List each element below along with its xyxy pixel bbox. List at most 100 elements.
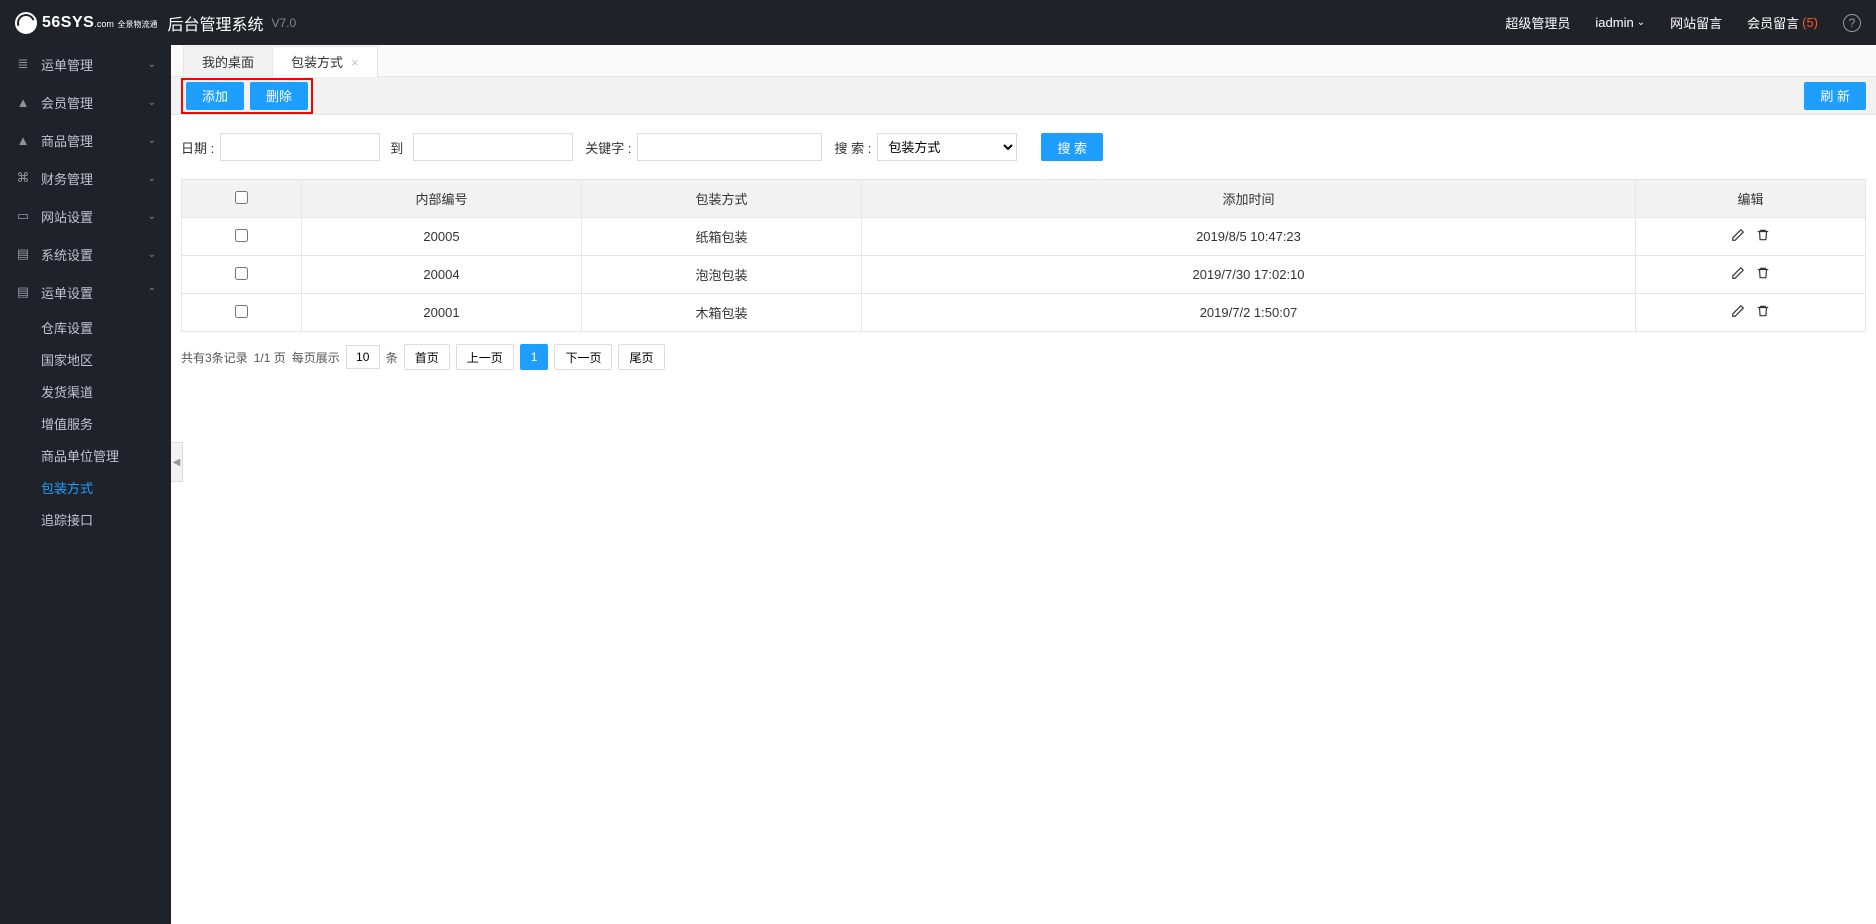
unit-label: 条: [386, 349, 398, 366]
nav-label: 运单管理: [41, 55, 148, 74]
date-from-input[interactable]: [220, 133, 380, 161]
cell-id: 20001: [302, 294, 582, 332]
chevron-down-icon: ⌄: [148, 135, 156, 146]
data-table: 内部编号 包装方式 添加时间 编辑 20005 纸箱包装 2019/8/5 10…: [181, 179, 1866, 332]
table-row: 20004 泡泡包装 2019/7/30 17:02:10: [182, 256, 1866, 294]
row-checkbox[interactable]: [235, 229, 248, 242]
nav-icon: ▲: [15, 133, 31, 148]
trash-icon[interactable]: [1756, 304, 1771, 319]
logo-text: 56SYS: [42, 14, 94, 31]
date-to-input[interactable]: [413, 133, 573, 161]
per-page-label: 每页展示: [292, 349, 340, 366]
sidebar-collapse-handle[interactable]: ◀: [171, 442, 183, 482]
sidebar-item[interactable]: ▤ 运单设置 ⌃: [0, 273, 171, 311]
nav-sub-label: 仓库设置: [41, 318, 156, 337]
chevron-down-icon: ⌄: [148, 249, 156, 260]
keyword-input[interactable]: [637, 133, 822, 161]
close-icon[interactable]: ×: [351, 47, 359, 78]
cell-type: 泡泡包装: [582, 256, 862, 294]
row-checkbox[interactable]: [235, 267, 248, 280]
sidebar-item[interactable]: ▲ 商品管理 ⌄: [0, 121, 171, 159]
trash-icon[interactable]: [1756, 266, 1771, 281]
col-header-time: 添加时间: [862, 180, 1636, 218]
sidebar-sub-item[interactable]: 仓库设置: [0, 311, 171, 343]
toolbar: 添加 删除 刷 新: [171, 77, 1876, 115]
tab[interactable]: 我的桌面: [183, 46, 273, 77]
col-header-checkbox: [182, 180, 302, 218]
cell-type: 木箱包装: [582, 294, 862, 332]
sidebar-item[interactable]: ⌘ 财务管理 ⌄: [0, 159, 171, 197]
highlighted-buttons: 添加 删除: [181, 78, 313, 114]
sidebar-item[interactable]: ≣ 运单管理 ⌄: [0, 45, 171, 83]
cell-actions: [1636, 218, 1866, 256]
keyword-label: 关键字 :: [585, 138, 631, 157]
edit-icon[interactable]: [1731, 266, 1746, 281]
sidebar-sub-item[interactable]: 包装方式: [0, 471, 171, 503]
tab[interactable]: 包装方式×: [272, 46, 378, 77]
nav-sub-label: 发货渠道: [41, 382, 156, 401]
nav-label: 会员管理: [41, 93, 148, 112]
col-header-id: 内部编号: [302, 180, 582, 218]
row-checkbox[interactable]: [235, 305, 248, 318]
cell-type: 纸箱包装: [582, 218, 862, 256]
nav-site-message[interactable]: 网站留言: [1670, 13, 1722, 32]
nav-sub-label: 国家地区: [41, 350, 156, 369]
logo[interactable]: 56SYS.com 全景物流通: [15, 12, 157, 34]
app-version: V7.0: [271, 16, 296, 30]
cell-id: 20004: [302, 256, 582, 294]
nav-member-message[interactable]: 会员留言 (5): [1747, 13, 1818, 32]
chevron-down-icon: ⌄: [148, 173, 156, 184]
search-button[interactable]: 搜 索: [1041, 133, 1103, 161]
user-menu[interactable]: iadmin ⌄: [1595, 15, 1645, 30]
tab-label: 我的桌面: [202, 47, 254, 78]
date-label: 日期 :: [181, 138, 214, 157]
cell-time: 2019/7/30 17:02:10: [862, 256, 1636, 294]
sidebar-sub-item[interactable]: 商品单位管理: [0, 439, 171, 471]
sidebar-sub-item[interactable]: 增值服务: [0, 407, 171, 439]
table-row: 20005 纸箱包装 2019/8/5 10:47:23: [182, 218, 1866, 256]
per-page-input[interactable]: [346, 345, 380, 369]
first-page-button[interactable]: 首页: [404, 344, 450, 370]
content: 我的桌面包装方式× 添加 删除 刷 新 日期 : 到 关键字 : 搜 索 : 包…: [171, 45, 1876, 924]
nav-label: 网站设置: [41, 207, 148, 226]
nav-sub-label: 商品单位管理: [41, 446, 156, 465]
sidebar-sub-item[interactable]: 国家地区: [0, 343, 171, 375]
role-label: 超级管理员: [1505, 13, 1570, 32]
search-label: 搜 索 :: [834, 138, 871, 157]
chevron-down-icon: ⌄: [148, 59, 156, 70]
help-icon[interactable]: ?: [1843, 14, 1861, 32]
cell-actions: [1636, 256, 1866, 294]
add-button[interactable]: 添加: [186, 82, 244, 110]
refresh-button[interactable]: 刷 新: [1804, 82, 1866, 110]
app-title: 后台管理系统: [167, 11, 263, 35]
sidebar-item[interactable]: ▭ 网站设置 ⌄: [0, 197, 171, 235]
cell-id: 20005: [302, 218, 582, 256]
chevron-up-icon: ⌃: [148, 287, 156, 298]
edit-icon[interactable]: [1731, 304, 1746, 319]
current-page-button[interactable]: 1: [520, 344, 549, 370]
header-right: 超级管理员 iadmin ⌄ 网站留言 会员留言 (5) ?: [1505, 13, 1861, 32]
nav-icon: ▤: [15, 246, 31, 262]
cell-actions: [1636, 294, 1866, 332]
sidebar-sub-item[interactable]: 追踪接口: [0, 503, 171, 535]
nav-icon: ▲: [15, 95, 31, 110]
chevron-down-icon: ⌄: [148, 211, 156, 222]
next-page-button[interactable]: 下一页: [554, 344, 612, 370]
table-row: 20001 木箱包装 2019/7/2 1:50:07: [182, 294, 1866, 332]
col-header-edit: 编辑: [1636, 180, 1866, 218]
delete-button[interactable]: 删除: [250, 82, 308, 110]
cell-time: 2019/7/2 1:50:07: [862, 294, 1636, 332]
last-page-button[interactable]: 尾页: [618, 344, 664, 370]
prev-page-button[interactable]: 上一页: [456, 344, 514, 370]
select-all-checkbox[interactable]: [235, 191, 248, 204]
edit-icon[interactable]: [1731, 228, 1746, 243]
search-type-select[interactable]: 包装方式: [877, 133, 1017, 161]
sidebar-item[interactable]: ▲ 会员管理 ⌄: [0, 83, 171, 121]
filter-bar: 日期 : 到 关键字 : 搜 索 : 包装方式 搜 索: [171, 115, 1876, 179]
to-label: 到: [390, 138, 403, 157]
nav-label: 财务管理: [41, 169, 148, 188]
trash-icon[interactable]: [1756, 228, 1771, 243]
sidebar-sub-item[interactable]: 发货渠道: [0, 375, 171, 407]
sidebar-item[interactable]: ▤ 系统设置 ⌄: [0, 235, 171, 273]
page-info: 1/1 页: [254, 349, 286, 366]
